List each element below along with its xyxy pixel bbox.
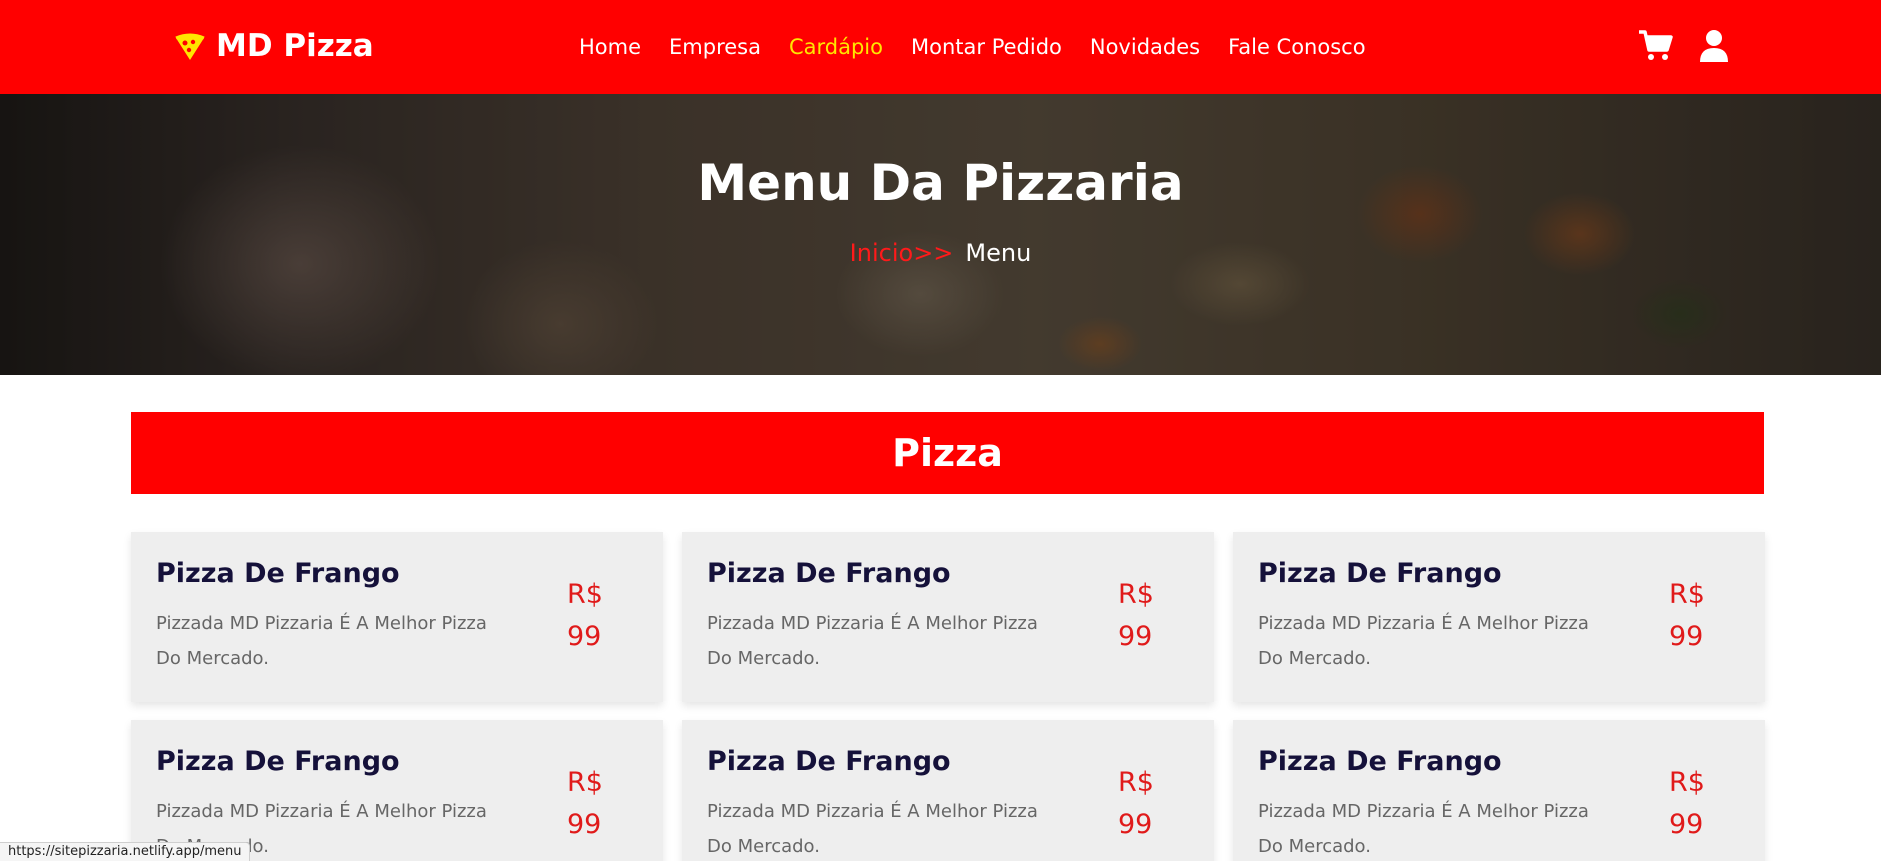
menu-item-name: Pizza De Frango — [707, 746, 951, 777]
menu-item-description: Pizzada MD Pizzaria É A Melhor Pizza Do … — [156, 613, 487, 669]
price-value: 99 — [1118, 621, 1153, 652]
header-actions — [1638, 28, 1732, 64]
hero-image-overlay — [0, 94, 1881, 375]
breadcrumb-current: Menu — [965, 239, 1032, 267]
menu-item-description: Pizzada MD Pizzaria É A Melhor Pizza Do … — [1258, 801, 1589, 857]
price-value: 99 — [1118, 809, 1153, 840]
nav-empresa[interactable]: Empresa — [669, 35, 761, 59]
nav-montar-pedido[interactable]: Montar Pedido — [911, 35, 1062, 59]
nav-novidades[interactable]: Novidades — [1090, 35, 1200, 59]
menu-item-name: Pizza De Frango — [156, 558, 400, 589]
nav-cardapio[interactable]: Cardápio — [789, 35, 883, 59]
page-title: Menu Da Pizzaria — [697, 154, 1184, 212]
status-bar-url: https://sitepizzaria.netlify.app/menu — [0, 842, 251, 861]
menu-item-name: Pizza De Frango — [156, 746, 400, 777]
menu-item-price: R$ 99 — [1669, 574, 1739, 658]
price-currency: R$ — [567, 579, 603, 610]
hero-banner: Menu Da Pizzaria Inicio>> Menu — [0, 94, 1881, 375]
menu-item-card[interactable]: Pizza De Frango Pizzada MD Pizzaria É A … — [1233, 720, 1765, 861]
main-nav: Home Empresa Cardápio Montar Pedido Novi… — [579, 30, 1366, 64]
menu-item-description: Pizzada MD Pizzaria É A Melhor Pizza Do … — [707, 613, 1038, 669]
pizza-slice-icon — [175, 33, 205, 60]
menu-item-price: R$ 99 — [1669, 762, 1739, 846]
menu-item-price: R$ 99 — [567, 762, 637, 846]
user-icon[interactable] — [1696, 28, 1732, 64]
nav-home[interactable]: Home — [579, 35, 641, 59]
menu-item-name: Pizza De Frango — [707, 558, 951, 589]
menu-item-card[interactable]: Pizza De Frango Pizzada MD Pizzaria É A … — [131, 720, 663, 861]
price-currency: R$ — [1118, 767, 1154, 798]
breadcrumb-home-link[interactable]: Inicio — [850, 239, 914, 267]
breadcrumb-separator: >> — [913, 239, 954, 267]
price-value: 99 — [567, 621, 602, 652]
menu-item-price: R$ 99 — [567, 574, 637, 658]
price-currency: R$ — [567, 767, 603, 798]
cart-icon[interactable] — [1638, 28, 1674, 64]
menu-item-card[interactable]: Pizza De Frango Pizzada MD Pizzaria É A … — [682, 532, 1214, 702]
price-value: 99 — [567, 809, 602, 840]
price-value: 99 — [1669, 809, 1704, 840]
menu-item-card[interactable]: Pizza De Frango Pizzada MD Pizzaria É A … — [682, 720, 1214, 861]
menu-grid: Pizza De Frango Pizzada MD Pizzaria É A … — [131, 532, 1765, 861]
price-currency: R$ — [1669, 767, 1705, 798]
menu-item-card[interactable]: Pizza De Frango Pizzada MD Pizzaria É A … — [1233, 532, 1765, 702]
menu-item-price: R$ 99 — [1118, 762, 1188, 846]
site-header: MD Pizza Home Empresa Cardápio Montar Pe… — [0, 0, 1881, 94]
menu-item-description: Pizzada MD Pizzaria É A Melhor Pizza Do … — [707, 801, 1038, 857]
price-value: 99 — [1669, 621, 1704, 652]
menu-item-description: Pizzada MD Pizzaria É A Melhor Pizza Do … — [1258, 613, 1589, 669]
menu-item-name: Pizza De Frango — [1258, 746, 1502, 777]
price-currency: R$ — [1669, 579, 1705, 610]
nav-fale-conosco[interactable]: Fale Conosco — [1228, 35, 1365, 59]
logo-link[interactable]: MD Pizza — [174, 26, 374, 66]
section-heading: Pizza — [131, 412, 1764, 494]
section-title: Pizza — [892, 431, 1003, 475]
menu-item-price: R$ 99 — [1118, 574, 1188, 658]
menu-item-name: Pizza De Frango — [1258, 558, 1502, 589]
menu-item-card[interactable]: Pizza De Frango Pizzada MD Pizzaria É A … — [131, 532, 663, 702]
breadcrumb: Inicio>> Menu — [0, 239, 1881, 267]
price-currency: R$ — [1118, 579, 1154, 610]
logo-text: MD Pizza — [216, 28, 374, 64]
